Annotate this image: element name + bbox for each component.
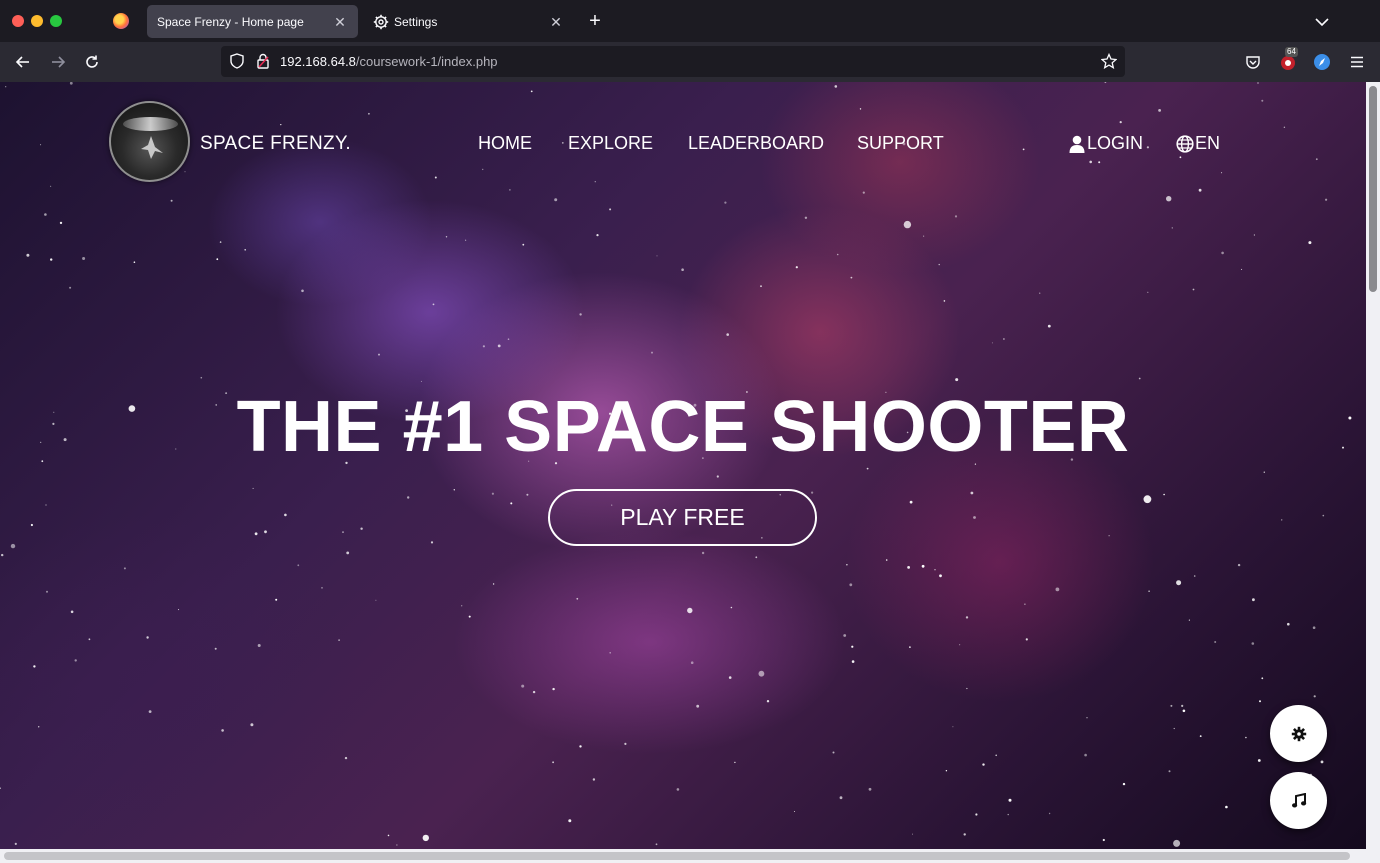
login-link[interactable]: LOGIN: [1069, 133, 1143, 154]
menu-icon[interactable]: [1345, 50, 1369, 74]
vertical-scrollbar[interactable]: [1366, 82, 1380, 849]
gear-icon: [1291, 726, 1307, 742]
new-tab-button[interactable]: +: [584, 10, 606, 32]
close-window-button[interactable]: [12, 15, 24, 27]
firefox-icon: [113, 13, 129, 29]
url-path: /coursework-1/index.php: [355, 54, 498, 69]
music-toggle-button[interactable]: [1270, 772, 1327, 829]
user-icon: [1069, 135, 1085, 153]
tab-title: Settings: [394, 14, 438, 29]
language-selector[interactable]: EN: [1176, 133, 1220, 154]
tab-space-frenzy[interactable]: Space Frenzy - Home page ✕: [147, 5, 358, 38]
close-tab-icon[interactable]: ✕: [332, 14, 348, 30]
shield-icon[interactable]: [225, 49, 249, 73]
login-label: LOGIN: [1087, 133, 1144, 153]
nav-explore[interactable]: EXPLORE: [568, 133, 653, 154]
forward-icon[interactable]: [46, 50, 70, 74]
gear-icon: [372, 13, 390, 31]
site-logo[interactable]: [109, 101, 190, 182]
reload-icon[interactable]: [80, 50, 104, 74]
nav-leaderboard[interactable]: LEADERBOARD: [688, 133, 824, 154]
nav-support[interactable]: SUPPORT: [857, 133, 944, 154]
browser-tab-bar: Space Frenzy - Home page ✕ Settings ✕ +: [0, 0, 1380, 42]
language-label: EN: [1195, 133, 1221, 153]
browser-nav-bar: 192.168.64.8/coursework-1/index.php 64: [0, 42, 1380, 82]
star-icon[interactable]: [1097, 49, 1121, 73]
play-free-button[interactable]: PLAY FREE: [548, 489, 817, 546]
tab-settings[interactable]: Settings ✕: [362, 5, 574, 38]
globe-icon: [1176, 134, 1194, 153]
spaceship-icon: [141, 136, 163, 159]
nav-home[interactable]: HOME: [478, 133, 532, 154]
chevron-down-icon[interactable]: [1311, 11, 1333, 33]
url-host: 192.168.64.8: [280, 54, 356, 69]
lock-icon[interactable]: [251, 49, 275, 73]
minimize-window-button[interactable]: [31, 15, 43, 27]
horizontal-scrollbar[interactable]: [0, 849, 1380, 863]
page-viewport: SPACE FRENZY. HOME EXPLORE LEADERBOARD S…: [0, 82, 1366, 849]
hero-title: THE #1 SPACE SHOOTER: [236, 387, 1130, 467]
url-bar[interactable]: 192.168.64.8/coursework-1/index.php: [221, 46, 1125, 77]
extension-badge: 64: [1285, 47, 1298, 57]
back-icon[interactable]: [11, 50, 35, 74]
settings-button[interactable]: [1270, 705, 1327, 762]
close-tab-icon[interactable]: ✕: [548, 14, 564, 30]
scrollbar-thumb[interactable]: [1369, 86, 1377, 292]
music-note-icon: [1291, 792, 1307, 809]
zoom-window-button[interactable]: [50, 15, 62, 27]
pocket-icon[interactable]: [1241, 50, 1265, 74]
url-text: 192.168.64.8/coursework-1/index.php: [280, 54, 498, 69]
compass-extension-icon[interactable]: [1310, 50, 1334, 74]
scrollbar-thumb[interactable]: [4, 852, 1350, 860]
tab-title: Space Frenzy - Home page: [157, 14, 304, 29]
site-header: SPACE FRENZY. HOME EXPLORE LEADERBOARD S…: [0, 82, 1366, 202]
brand-name[interactable]: SPACE FRENZY.: [200, 133, 351, 155]
